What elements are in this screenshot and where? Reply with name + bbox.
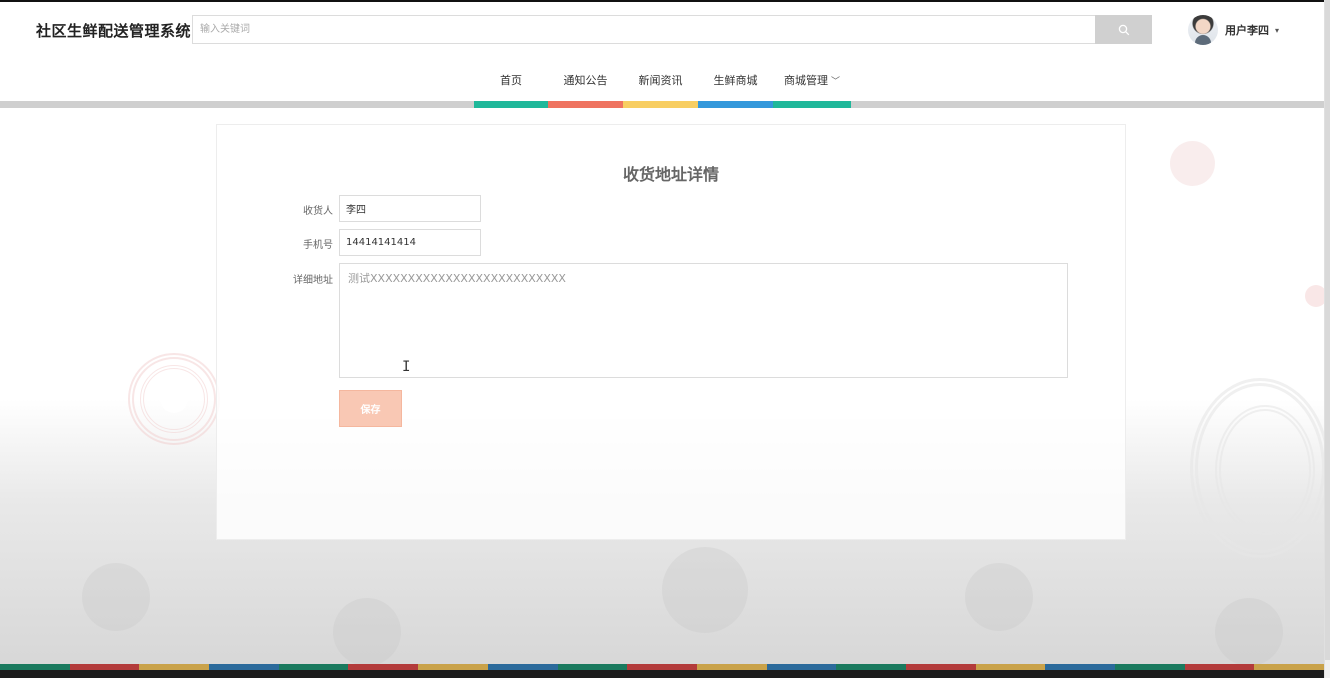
text-cursor-icon: I	[402, 359, 411, 375]
nav-item-label: 生鲜商城	[713, 74, 758, 87]
phone-label: 手机号	[303, 240, 333, 251]
nav-item-fresh-mall[interactable]: 生鲜商城	[698, 72, 773, 88]
nav-item-home[interactable]: 首页	[474, 72, 548, 88]
search-icon	[1118, 24, 1129, 35]
user-menu[interactable]: 用户李四 ▾	[1188, 14, 1279, 46]
chevron-down-icon: ﹀	[830, 77, 840, 87]
nav-item-label: 通知公告	[563, 74, 608, 87]
consignee-field[interactable]: 李四	[339, 195, 481, 222]
scrollbar[interactable]	[1324, 0, 1330, 678]
nav-item-notices[interactable]: 通知公告	[548, 72, 623, 88]
decor-circle	[82, 563, 150, 631]
nav-underline-fresh-mall	[698, 101, 773, 108]
caret-down-icon[interactable]: ▾	[1275, 26, 1279, 35]
decor-circle	[1170, 141, 1215, 186]
nav-item-label: 首页	[500, 74, 522, 87]
search-bar	[192, 15, 1152, 44]
decor-circle	[662, 547, 748, 633]
header: 社区生鲜配送管理系统 用户李四 ▾	[0, 2, 1324, 58]
decor-circle	[1215, 598, 1283, 666]
decor-circle	[333, 598, 401, 666]
nav-item-mall-management[interactable]: 商城管理 ﹀	[773, 72, 851, 88]
nav-underline-news	[623, 101, 698, 108]
address-detail-card: 收货地址详情 收货人 李四 手机号 14414141414 详细地址 测试XXX…	[216, 124, 1126, 540]
decor-circle	[965, 563, 1033, 631]
user-name[interactable]: 用户李四	[1225, 22, 1269, 38]
nav-item-label: 新闻资讯	[638, 74, 683, 87]
nav-underline-mall-management	[773, 101, 851, 108]
search-input[interactable]	[192, 15, 1095, 44]
scrollbar-thumb[interactable]	[1325, 0, 1330, 660]
consignee-label: 收货人	[303, 206, 333, 217]
decor-ring	[1215, 405, 1315, 535]
nav-item-label: 商城管理	[783, 74, 828, 87]
nav-underline-notices	[548, 101, 623, 108]
address-label: 详细地址	[293, 275, 333, 286]
main-nav: 首页 通知公告 新闻资讯 生鲜商城 商城管理 ﹀	[0, 60, 1324, 101]
page-title: 收货地址详情	[622, 165, 719, 184]
window-bottom-border	[0, 670, 1330, 678]
decor-circle	[160, 385, 188, 413]
nav-underline-home	[474, 101, 548, 108]
app-title: 社区生鲜配送管理系统	[36, 22, 192, 40]
search-button[interactable]	[1095, 15, 1152, 44]
phone-field[interactable]: 14414141414	[339, 229, 481, 256]
address-textarea[interactable]: 测试XXXXXXXXXXXXXXXXXXXXXXXXXX	[339, 263, 1068, 378]
save-button[interactable]: 保存	[339, 390, 402, 427]
nav-item-news[interactable]: 新闻资讯	[623, 72, 698, 88]
avatar[interactable]	[1188, 15, 1218, 45]
